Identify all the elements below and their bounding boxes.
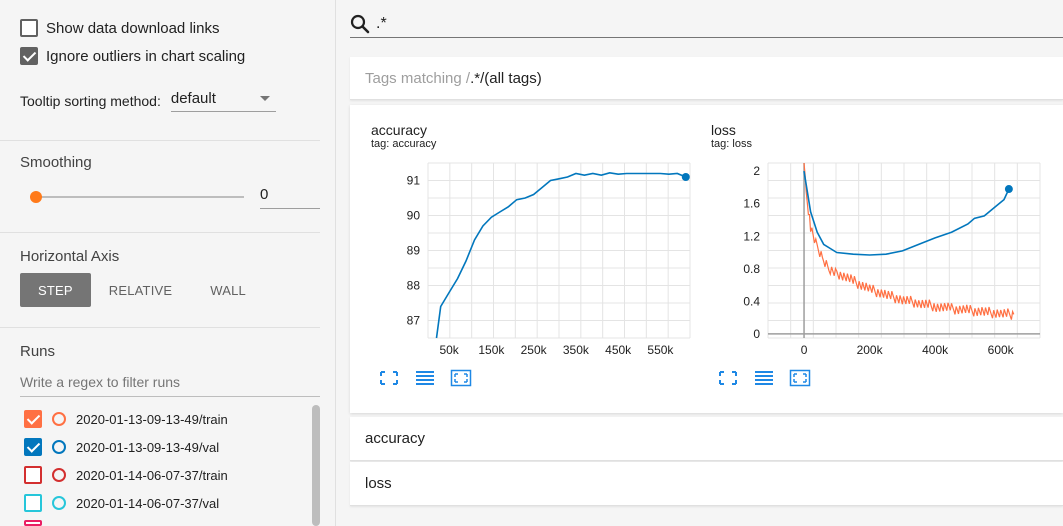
horizontal-axis-options: STEP RELATIVE WALL — [20, 273, 264, 307]
search-icon — [350, 14, 370, 33]
y-tick-label: 1.6 — [743, 197, 760, 211]
search-input[interactable]: .* — [376, 15, 387, 33]
tag-search-bar[interactable]: .* — [350, 10, 1063, 38]
x-tick-label: 550k — [647, 343, 674, 357]
show-download-links-toggle[interactable]: Show data download links — [20, 19, 219, 37]
log-scale-icon[interactable] — [753, 369, 775, 387]
run-item[interactable]: 2020-01-13-09-13-49/val — [24, 438, 219, 456]
divider — [0, 232, 320, 233]
chart-title: loss — [711, 122, 736, 138]
ignore-outliers-label: Ignore outliers in chart scaling — [46, 47, 246, 65]
run-name: 2020-01-14-06-07-37/val — [76, 495, 220, 511]
x-tick-label: 400k — [922, 343, 949, 357]
series-line — [803, 162, 1015, 320]
x-tick-label: 200k — [857, 343, 884, 357]
fullscreen-icon[interactable] — [717, 369, 739, 387]
ignore-outliers-checkbox[interactable] — [20, 47, 38, 65]
x-tick-label: 600k — [988, 343, 1015, 357]
run-checkbox[interactable] — [24, 410, 42, 428]
run-color-icon — [52, 440, 66, 454]
y-tick-label: 1.2 — [743, 229, 760, 243]
series-endpoint — [681, 173, 690, 181]
x-tick-label: 450k — [605, 343, 632, 357]
x-tick-label: 250k — [521, 343, 548, 357]
fit-domain-icon[interactable] — [789, 369, 811, 387]
divider — [0, 140, 320, 141]
run-name: 2020-01-14-06-07-37/train — [76, 467, 228, 483]
chart-toolbar — [378, 369, 472, 387]
run-name: 2020-01-13-09-13-49/val — [76, 439, 220, 455]
y-tick-label: 89 — [407, 244, 421, 258]
axis-relative-button[interactable]: RELATIVE — [91, 273, 191, 307]
chart-toolbar — [717, 369, 811, 387]
tooltip-sorting-value: default — [170, 90, 216, 107]
run-color-icon — [52, 496, 66, 510]
accuracy-chart[interactable]: 87 88 89 90 91 50k 150k 250k 350k 450k 550k — [380, 158, 700, 368]
smoothing-value-input[interactable]: 0 — [260, 186, 320, 209]
horizontal-axis-title: Horizontal Axis — [20, 248, 120, 265]
run-item[interactable]: 2020-01-14-06-07-37/train — [24, 466, 228, 484]
loss-chart[interactable]: 0 0.4 0.8 1.2 1.6 2 0 200k 400k 600k — [720, 158, 1050, 368]
run-checkbox[interactable] — [24, 520, 42, 526]
log-scale-icon[interactable] — [414, 369, 436, 387]
run-color-icon — [52, 412, 66, 426]
fullscreen-icon[interactable] — [378, 369, 400, 387]
tags-header-prefix: Tags matching / — [365, 69, 471, 87]
smoothing-slider-track[interactable] — [36, 196, 244, 198]
chevron-down-icon — [259, 96, 270, 101]
run-color-icon — [52, 468, 66, 482]
tooltip-sorting-select[interactable]: default — [170, 90, 276, 112]
run-checkbox[interactable] — [24, 438, 42, 456]
sidebar: Show data download links Ignore outliers… — [0, 0, 336, 526]
divider — [0, 327, 320, 328]
category-loss[interactable]: loss — [350, 462, 1063, 506]
axis-step-button[interactable]: STEP — [20, 273, 91, 307]
runs-filter-input[interactable]: Write a regex to filter runs — [20, 374, 320, 397]
tooltip-sorting-row: Tooltip sorting method: default — [20, 90, 276, 112]
tags-header[interactable]: Tags matching / .*/(all tags) — [350, 57, 1063, 100]
y-tick-label: 0.8 — [743, 262, 760, 276]
y-tick-label: 88 — [407, 279, 421, 293]
tooltip-sorting-label: Tooltip sorting method: — [20, 93, 161, 109]
category-accuracy[interactable]: accuracy — [350, 417, 1063, 461]
series-endpoint — [1004, 185, 1013, 194]
y-tick-label: 91 — [407, 174, 421, 188]
x-tick-label: 350k — [563, 343, 590, 357]
x-tick-label: 0 — [801, 343, 808, 357]
show-download-links-label: Show data download links — [46, 19, 220, 37]
run-checkbox[interactable] — [24, 466, 42, 484]
run-name: 2020-01-13-09-13-49/train — [76, 411, 228, 427]
smoothing-slider-thumb[interactable] — [30, 191, 42, 203]
series-line — [803, 170, 1010, 256]
y-tick-label: 0.4 — [743, 294, 760, 308]
y-tick-label: 90 — [407, 209, 421, 223]
smoothing-title: Smoothing — [20, 154, 92, 171]
y-tick-label: 0 — [753, 327, 760, 341]
chart-subtitle: tag: accuracy — [371, 138, 437, 150]
chart-title: accuracy — [371, 122, 428, 138]
y-tick-label: 2 — [753, 164, 760, 178]
run-item[interactable]: 2020-01-14-06-07-37/val — [24, 494, 219, 512]
tags-header-suffix: /(all tags) — [480, 69, 542, 87]
chart-subtitle: tag: loss — [711, 138, 752, 150]
ignore-outliers-toggle[interactable]: Ignore outliers in chart scaling — [20, 47, 245, 65]
x-tick-label: 150k — [478, 343, 505, 357]
tags-header-pattern: .* — [470, 69, 481, 87]
y-tick-label: 87 — [407, 314, 421, 328]
run-item-partial[interactable] — [24, 520, 52, 526]
sidebar-divider — [335, 0, 336, 526]
axis-wall-button[interactable]: WALL — [190, 273, 264, 307]
x-tick-label: 50k — [439, 343, 459, 357]
run-checkbox[interactable] — [24, 494, 42, 512]
show-download-links-checkbox[interactable] — [20, 19, 38, 37]
fit-domain-icon[interactable] — [450, 369, 472, 387]
runs-title: Runs — [20, 343, 56, 360]
run-item[interactable]: 2020-01-13-09-13-49/train — [24, 410, 228, 428]
runs-scrollbar[interactable] — [312, 405, 320, 526]
